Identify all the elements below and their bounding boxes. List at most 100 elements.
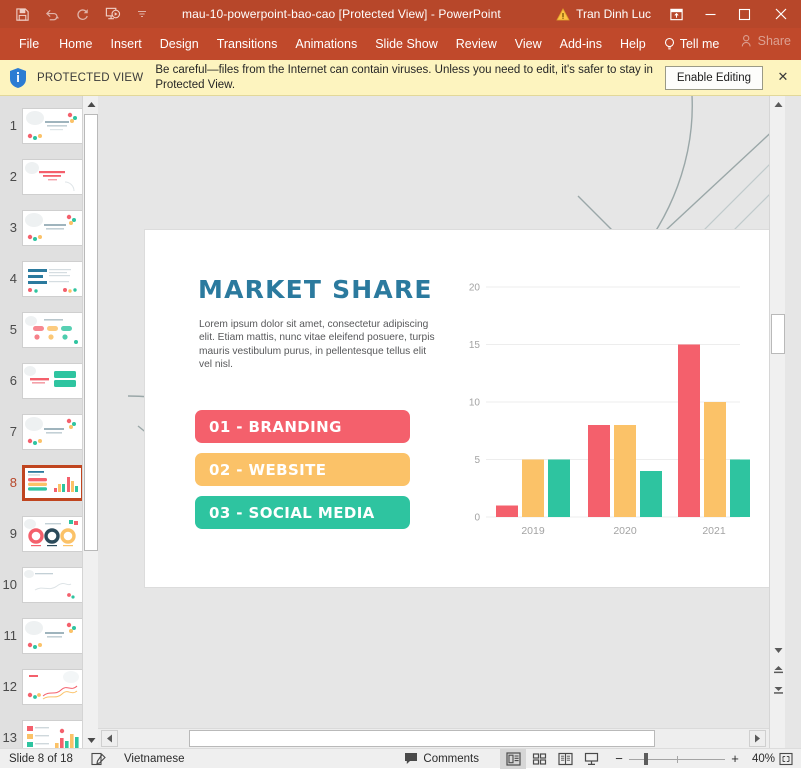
slide-thumbnail-pane[interactable]: 1 2 3 4 5 — [0, 96, 98, 748]
thumbnail-scroll-up-button[interactable] — [83, 96, 98, 112]
fit-slide-to-window-icon — [779, 752, 793, 766]
thumbnail-preview[interactable] — [22, 516, 84, 552]
slide-editing-area[interactable]: MARKET SHARE Lorem ipsum dolor sit amet,… — [98, 96, 785, 748]
thumbnail-preview[interactable] — [22, 261, 84, 297]
undo-icon[interactable] — [38, 2, 66, 26]
close-banner-button[interactable]: ✕ — [775, 69, 791, 85]
thumbnail-scrollbar-thumb[interactable] — [84, 114, 98, 551]
save-icon[interactable] — [8, 2, 36, 26]
pill-branding[interactable]: 01 - BRANDING — [195, 410, 410, 443]
normal-view-icon — [506, 752, 521, 766]
zoom-level-label[interactable]: 40% — [745, 753, 775, 765]
scroll-left-button[interactable] — [101, 730, 118, 747]
market-share-bar-chart[interactable]: 20 15 10 5 0 — [450, 262, 750, 552]
scroll-up-button[interactable] — [770, 96, 785, 112]
zoom-in-button[interactable]: + — [730, 751, 740, 766]
fit-slide-to-window-button[interactable] — [775, 749, 797, 769]
close-button[interactable] — [761, 0, 801, 28]
maximize-button[interactable] — [727, 0, 761, 28]
thumbnail-pane-scrollbar[interactable] — [82, 96, 98, 748]
workspace: 1 2 3 4 5 — [0, 96, 801, 748]
thumbnail-preview-selected[interactable] — [22, 465, 84, 501]
chart-y-axis-labels: 20 15 10 5 0 — [469, 283, 481, 524]
bar-group-2021 — [678, 345, 750, 518]
horizontal-scroll-track[interactable] — [121, 730, 746, 747]
slide-vertical-scrollbar[interactable] — [769, 96, 785, 748]
tab-insert[interactable]: Insert — [102, 31, 151, 57]
slide-horizontal-scrollbar[interactable] — [98, 728, 769, 748]
thumbnail-preview[interactable] — [22, 414, 84, 450]
comments-label: Comments — [423, 753, 479, 765]
bar-2021-website — [704, 402, 726, 517]
zoom-control[interactable]: − + 40% — [604, 751, 775, 766]
tab-design[interactable]: Design — [151, 31, 208, 57]
thumbnail-preview[interactable] — [22, 669, 84, 705]
bar-2021-branding — [678, 345, 700, 518]
protected-view-message: Be careful—files from the Internet can c… — [155, 63, 655, 93]
thumbnail-preview[interactable] — [22, 108, 84, 144]
bar-group-2019 — [496, 460, 570, 518]
vertical-scrollbar-thumb[interactable] — [771, 314, 785, 354]
zoom-out-button[interactable]: − — [614, 751, 624, 766]
comment-icon — [404, 752, 418, 765]
thumbnail-preview[interactable] — [22, 363, 84, 399]
status-bar: Slide 8 of 18 Vietnamese Comments − + 40… — [0, 748, 801, 768]
thumbnail-number: 8 — [0, 475, 22, 490]
slide-canvas[interactable]: MARKET SHARE Lorem ipsum dolor sit amet,… — [145, 230, 781, 587]
redo-icon[interactable] — [68, 2, 96, 26]
svg-text:15: 15 — [469, 340, 481, 351]
comments-button[interactable]: Comments — [395, 752, 488, 765]
scroll-right-button[interactable] — [749, 730, 766, 747]
thumbnail-preview[interactable] — [22, 567, 84, 603]
thumbnail-preview[interactable] — [22, 159, 84, 195]
slide-show-view-button[interactable] — [578, 749, 604, 769]
thumbnail-preview[interactable] — [22, 720, 84, 749]
ribbon-tab-bar: File Home Insert Design Transitions Anim… — [0, 28, 801, 60]
tab-add-ins[interactable]: Add-ins — [551, 31, 611, 57]
ribbon-display-options-icon[interactable] — [661, 0, 691, 28]
thumbnail-preview[interactable] — [22, 618, 84, 654]
normal-view-button[interactable] — [500, 749, 526, 769]
svg-text:10: 10 — [469, 398, 481, 409]
next-slide-button[interactable] — [770, 682, 785, 698]
enable-editing-button[interactable]: Enable Editing — [665, 66, 763, 90]
reading-view-button[interactable] — [552, 749, 578, 769]
tab-help[interactable]: Help — [611, 31, 655, 57]
lightbulb-icon — [663, 37, 676, 51]
svg-text:20: 20 — [469, 283, 481, 294]
start-slideshow-icon[interactable] — [98, 2, 126, 26]
language-indicator[interactable]: Vietnamese — [115, 753, 194, 765]
account-area[interactable]: Tran Dinh Luc — [556, 0, 651, 28]
tab-review[interactable]: Review — [447, 31, 506, 57]
minimize-button[interactable] — [693, 0, 727, 28]
thumbnail-number: 13 — [0, 730, 22, 745]
share-button[interactable]: Share — [741, 34, 791, 48]
thumbnail-number: 6 — [0, 373, 22, 388]
tab-view[interactable]: View — [506, 31, 551, 57]
scroll-down-button[interactable] — [770, 642, 785, 658]
share-label: Share — [758, 34, 791, 48]
tab-home[interactable]: Home — [50, 31, 101, 57]
tab-file[interactable]: File — [8, 31, 50, 57]
thumbnail-scroll-down-button[interactable] — [83, 732, 98, 748]
thumbnail-number: 12 — [0, 679, 22, 694]
tell-me-search[interactable]: Tell me — [655, 33, 728, 55]
tab-slide-show[interactable]: Slide Show — [366, 31, 447, 57]
person-add-icon — [741, 34, 754, 48]
zoom-slider[interactable] — [629, 753, 725, 765]
slide-indicator[interactable]: Slide 8 of 18 — [0, 753, 82, 765]
horizontal-scrollbar-thumb[interactable] — [189, 730, 655, 747]
customize-quick-access-icon[interactable] — [128, 2, 156, 26]
zoom-slider-handle[interactable] — [644, 753, 648, 765]
tab-transitions[interactable]: Transitions — [208, 31, 287, 57]
slide-sorter-view-button[interactable] — [526, 749, 552, 769]
thumbnail-preview[interactable] — [22, 210, 84, 246]
previous-slide-button[interactable] — [770, 662, 785, 678]
pill-website[interactable]: 02 - WEBSITE — [195, 453, 410, 486]
thumbnail-preview[interactable] — [22, 312, 84, 348]
bar-2020-branding — [588, 425, 610, 517]
pill-social-media[interactable]: 03 - SOCIAL MEDIA — [195, 496, 410, 529]
tab-animations[interactable]: Animations — [286, 31, 366, 57]
notes-button[interactable] — [82, 752, 115, 766]
slide-show-icon — [584, 752, 599, 766]
